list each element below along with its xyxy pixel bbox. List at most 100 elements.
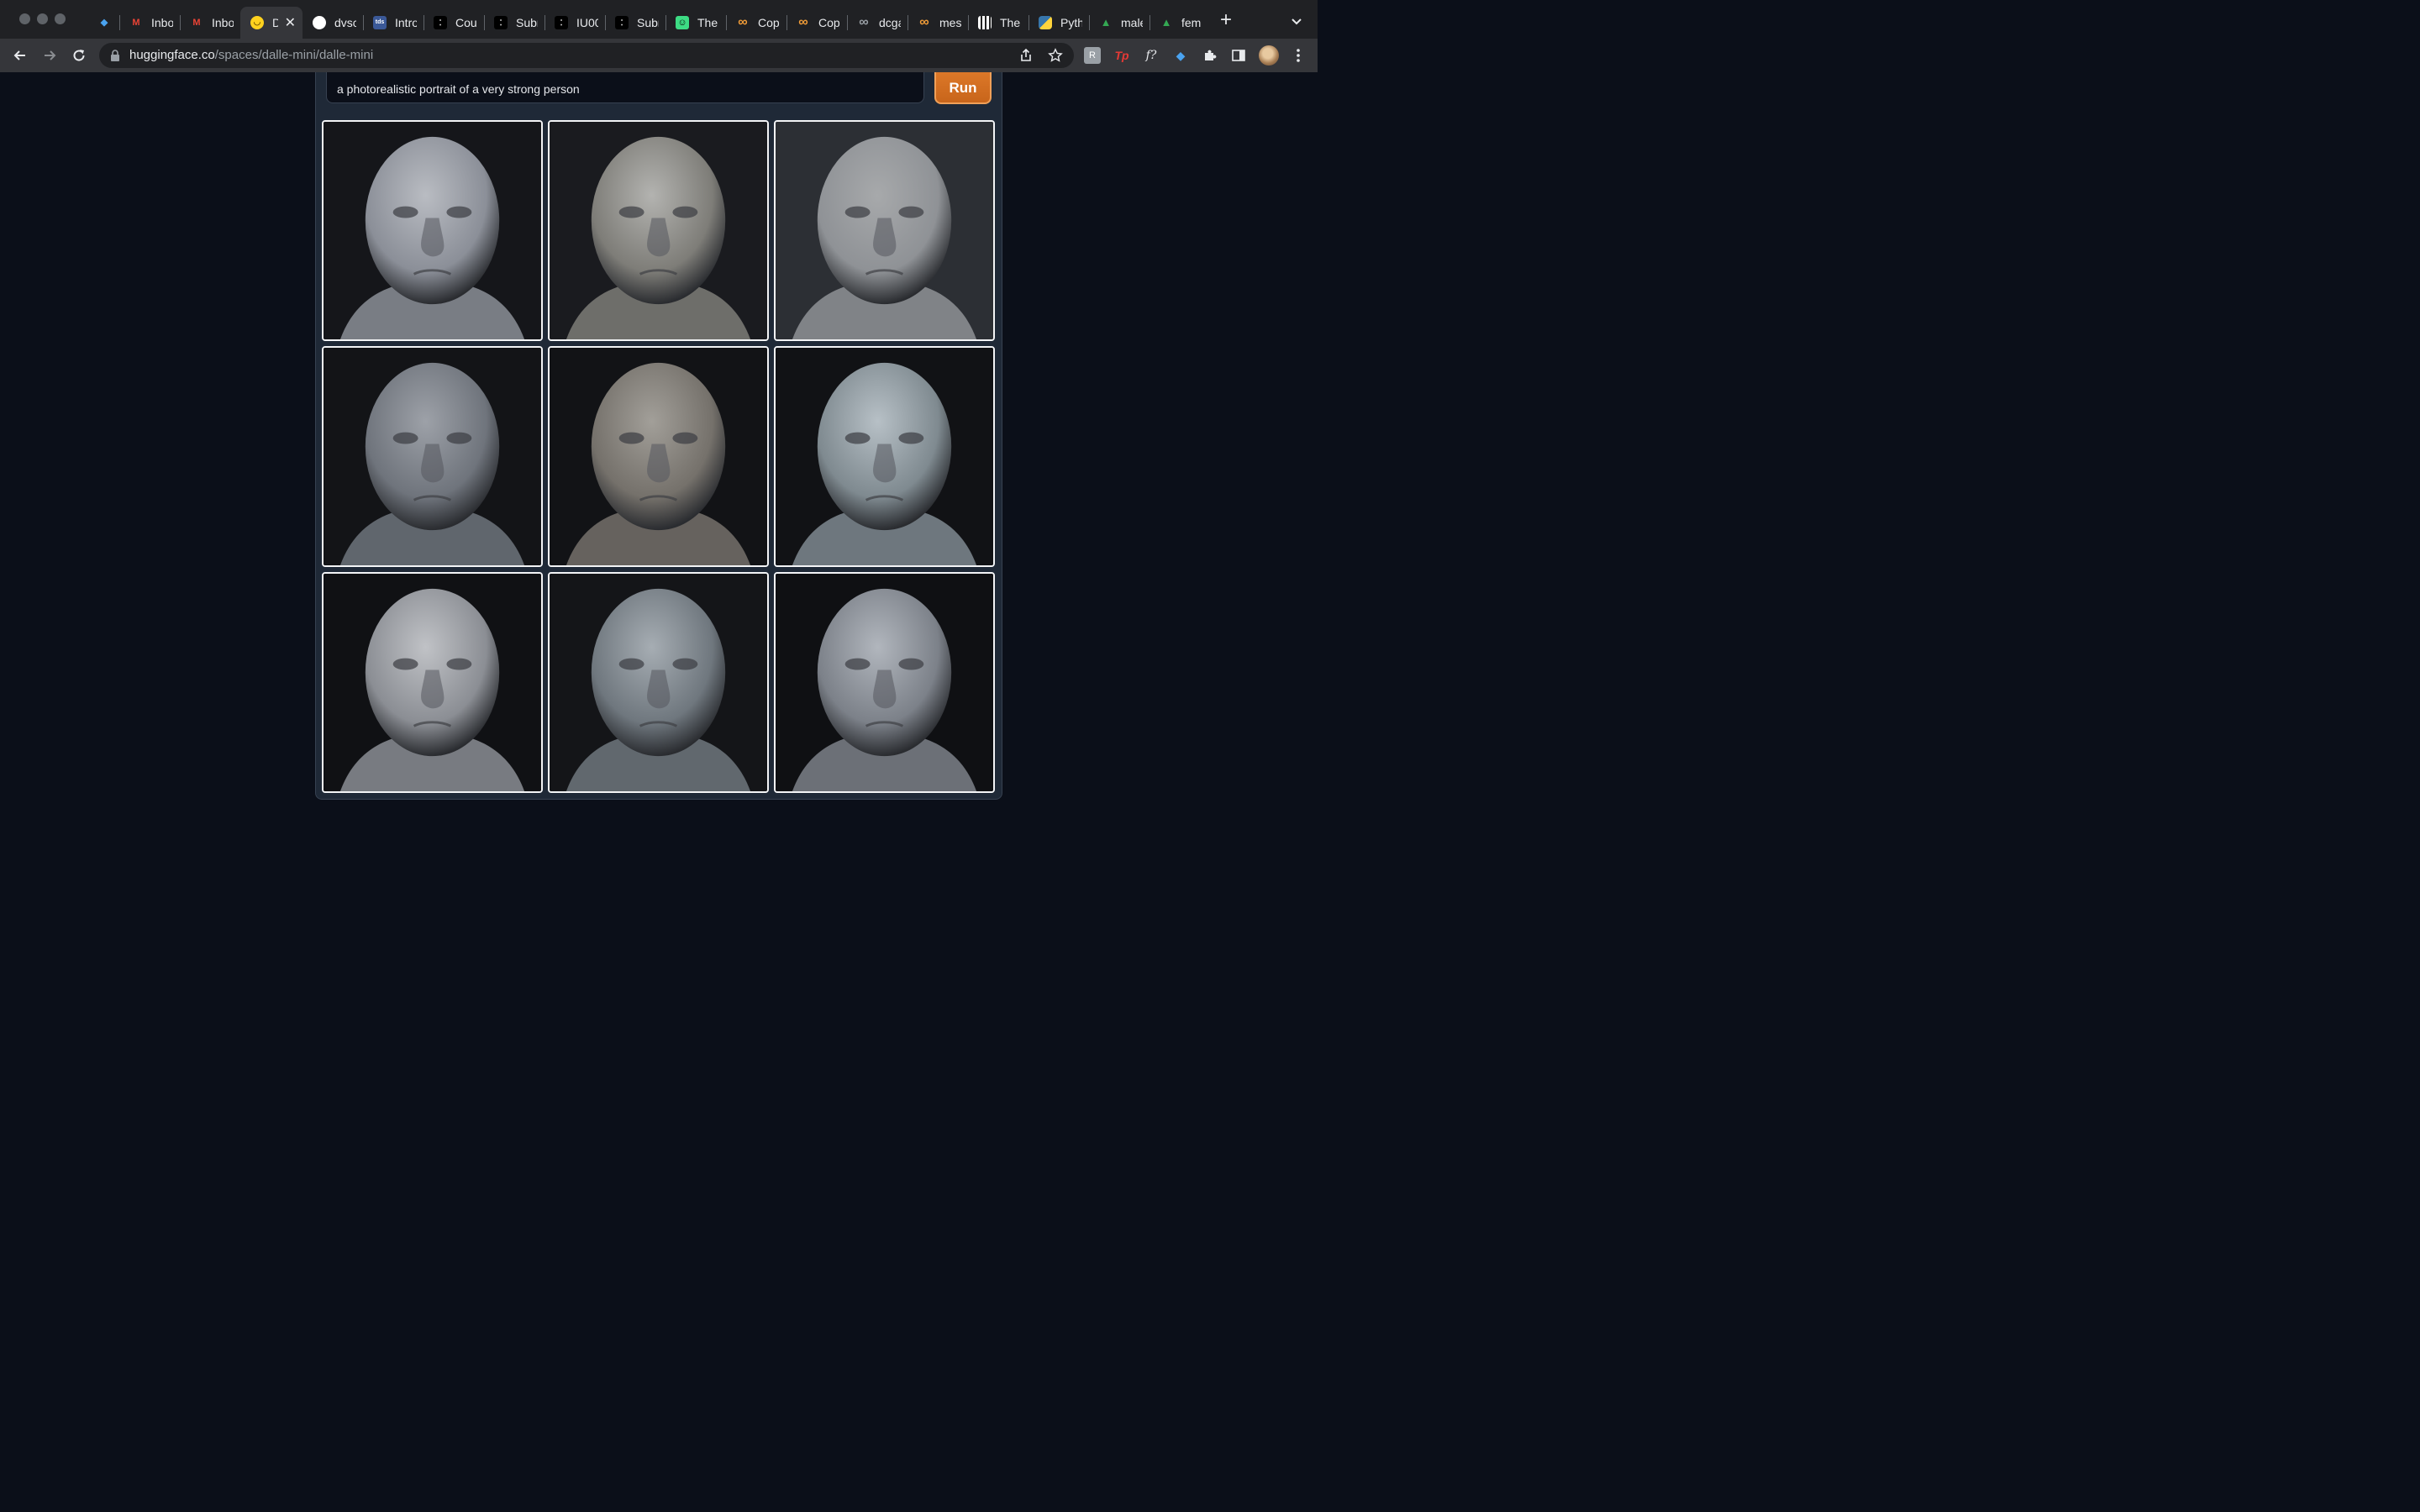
python-icon bbox=[1039, 16, 1052, 29]
tab-title: Cop bbox=[818, 16, 840, 29]
infinity-icon: ∞ bbox=[798, 15, 808, 29]
tab-title: male bbox=[1121, 16, 1143, 29]
tab-title: Subr bbox=[516, 16, 538, 29]
gmail-icon: M bbox=[132, 18, 140, 28]
browser-tab-9[interactable]: ⁚ IU00 bbox=[544, 7, 605, 39]
dots-icon: ⁚ bbox=[434, 16, 447, 29]
profile-avatar[interactable] bbox=[1259, 45, 1279, 66]
tab-title: Inbo bbox=[212, 16, 234, 29]
generated-image-8[interactable] bbox=[548, 572, 769, 793]
tds-icon: tds bbox=[373, 16, 387, 29]
generated-image-9[interactable] bbox=[774, 572, 995, 793]
bookmark-star-icon[interactable] bbox=[1048, 48, 1063, 63]
run-button[interactable]: Run bbox=[934, 72, 992, 104]
gmail-icon: M bbox=[192, 18, 201, 28]
tab-list: ◆ M Inbo M Inbo ◡ D ✕ dvsc tds Intro ⁚ C… bbox=[87, 7, 1208, 39]
image-gallery bbox=[322, 120, 996, 794]
portrait-image bbox=[776, 574, 993, 791]
gem-icon: ◆ bbox=[100, 18, 108, 28]
browser-tab-15[interactable]: ∞ mes bbox=[908, 7, 968, 39]
portrait-image bbox=[550, 122, 767, 339]
browser-tab-13[interactable]: ∞ Cop bbox=[786, 7, 847, 39]
tab-title: Cour bbox=[455, 16, 477, 29]
browser-tab-2[interactable]: M Inbo bbox=[119, 7, 180, 39]
portrait-image bbox=[324, 122, 541, 339]
generated-image-5[interactable] bbox=[548, 346, 769, 567]
back-arrow-icon bbox=[13, 50, 25, 60]
extension-tp-icon[interactable]: Tp bbox=[1113, 47, 1130, 64]
tab-search-chevron-icon[interactable] bbox=[1289, 13, 1304, 29]
portrait-image bbox=[324, 574, 541, 791]
new-tab-button[interactable]: + bbox=[1217, 10, 1235, 30]
tab-title: Pyth bbox=[1060, 16, 1082, 29]
browser-tab-7[interactable]: ⁚ Cour bbox=[424, 7, 484, 39]
browser-tab-17[interactable]: Pyth bbox=[1028, 7, 1089, 39]
dots-icon: ⁚ bbox=[555, 16, 568, 29]
browser-tab-18[interactable]: ▲ male bbox=[1089, 7, 1150, 39]
browser-toolbar: huggingface.co/spaces/dalle-mini/dalle-m… bbox=[0, 39, 1318, 72]
tab-title: The bbox=[1000, 16, 1021, 29]
generated-image-3[interactable] bbox=[774, 120, 995, 341]
close-tab-icon[interactable]: ✕ bbox=[285, 14, 296, 31]
lock-icon[interactable] bbox=[109, 49, 121, 62]
reload-icon bbox=[73, 50, 85, 61]
browser-tab-12[interactable]: ∞ Cop bbox=[726, 7, 786, 39]
drive-icon: ▲ bbox=[1160, 16, 1172, 29]
share-icon[interactable] bbox=[1018, 48, 1034, 63]
forward-button[interactable] bbox=[39, 45, 60, 66]
dots-icon: ⁚ bbox=[615, 16, 629, 29]
address-bar[interactable]: huggingface.co/spaces/dalle-mini/dalle-m… bbox=[99, 43, 1074, 68]
tab-title: mes bbox=[939, 16, 961, 29]
generated-image-1[interactable] bbox=[322, 120, 543, 341]
portrait-image bbox=[776, 122, 993, 339]
portrait-image bbox=[550, 348, 767, 565]
browser-tab-6[interactable]: tds Intro bbox=[363, 7, 424, 39]
tab-title: fema bbox=[1181, 16, 1202, 29]
forward-arrow-icon bbox=[45, 50, 56, 60]
browser-tab-8[interactable]: ⁚ Subr bbox=[484, 7, 544, 39]
portrait-image bbox=[324, 348, 541, 565]
generated-image-6[interactable] bbox=[774, 346, 995, 567]
url-host: huggingface.co bbox=[129, 48, 215, 62]
reload-button[interactable] bbox=[69, 45, 89, 66]
browser-tab-10[interactable]: ⁚ Subr bbox=[605, 7, 666, 39]
generated-image-2[interactable] bbox=[548, 120, 769, 341]
browser-tab-14[interactable]: ∞ dcga bbox=[847, 7, 908, 39]
smiley-icon: ☺ bbox=[676, 16, 689, 29]
extension-r-icon[interactable]: R bbox=[1084, 47, 1101, 64]
browser-tab-3[interactable]: M Inbo bbox=[180, 7, 240, 39]
url-path: /spaces/dalle-mini/dalle-mini bbox=[214, 48, 374, 62]
browser-tab-1[interactable]: ◆ bbox=[87, 7, 119, 39]
window-close-button[interactable] bbox=[19, 13, 30, 24]
tab-title: The bbox=[697, 16, 718, 29]
generated-image-7[interactable] bbox=[322, 572, 543, 793]
url-text: huggingface.co/spaces/dalle-mini/dalle-m… bbox=[129, 49, 373, 62]
portrait-image bbox=[776, 348, 993, 565]
back-button[interactable] bbox=[10, 45, 30, 66]
browser-tab-11[interactable]: ☺ The bbox=[666, 7, 726, 39]
infinity-icon: ∞ bbox=[738, 15, 748, 29]
tab-title: Subr bbox=[637, 16, 659, 29]
tab-title: dcga bbox=[879, 16, 901, 29]
tab-title: Cop bbox=[758, 16, 780, 29]
browser-tab-active[interactable]: ◡ D ✕ bbox=[240, 7, 302, 39]
browser-tab-5[interactable]: dvsc bbox=[302, 7, 363, 39]
generated-image-4[interactable] bbox=[322, 346, 543, 567]
browser-menu-icon[interactable] bbox=[1291, 47, 1306, 64]
huggingface-icon: ◡ bbox=[250, 16, 264, 29]
browser-tab-16[interactable]: The bbox=[968, 7, 1028, 39]
qr-icon bbox=[978, 16, 992, 29]
tab-title: Intro bbox=[395, 16, 417, 29]
prompt-input[interactable]: a photorealistic portrait of a very stro… bbox=[326, 72, 924, 103]
tab-title: D bbox=[272, 16, 278, 29]
extension-gem-icon[interactable]: ◆ bbox=[1172, 47, 1189, 64]
extensions-puzzle-icon[interactable] bbox=[1202, 47, 1218, 64]
window-minimize-button[interactable] bbox=[37, 13, 48, 24]
infinity-icon: ∞ bbox=[859, 15, 869, 29]
browser-tab-19[interactable]: ▲ fema bbox=[1150, 7, 1208, 39]
window-zoom-button[interactable] bbox=[55, 13, 66, 24]
side-panel-icon[interactable] bbox=[1230, 47, 1247, 64]
drive-icon: ▲ bbox=[1100, 16, 1112, 29]
extension-formula-icon[interactable]: f? bbox=[1143, 47, 1160, 64]
portrait-image bbox=[550, 574, 767, 791]
